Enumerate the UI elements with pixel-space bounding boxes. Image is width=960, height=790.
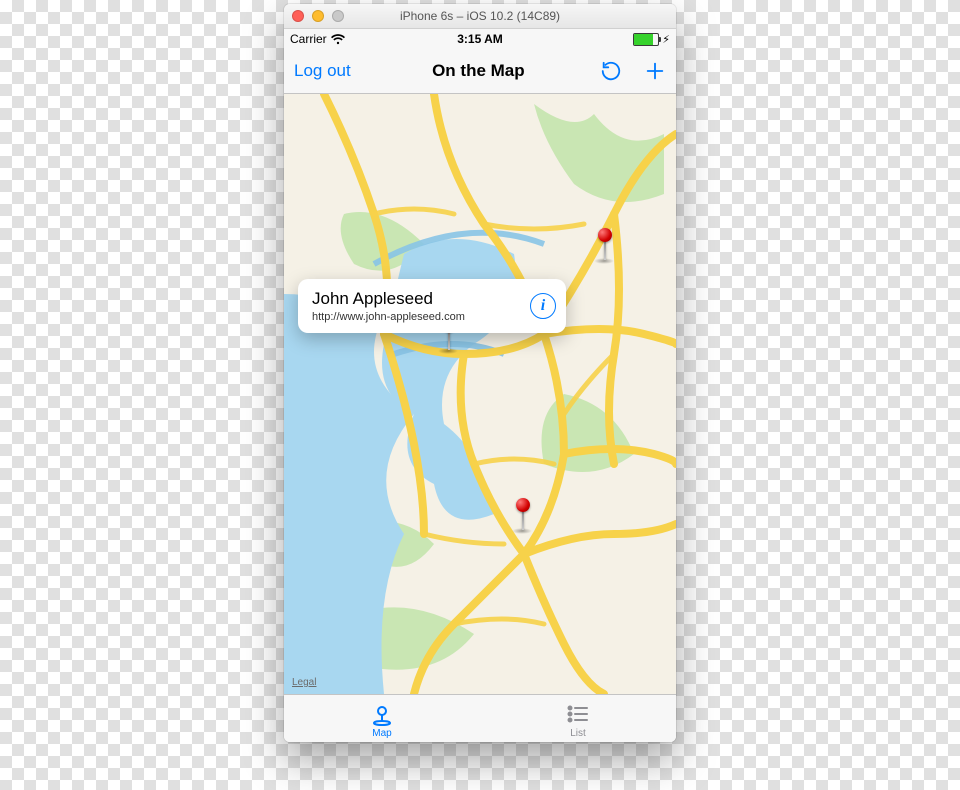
refresh-button[interactable] [600,60,622,82]
list-icon [565,702,591,726]
map-pin[interactable] [514,498,532,532]
carrier-label: Carrier [290,32,327,46]
tab-label: List [570,728,586,739]
status-bar: Carrier 3:15 AM ⚡︎ [284,29,676,49]
wifi-icon [331,34,345,45]
plus-icon [644,60,666,82]
navigation-bar: Log out On the Map [284,49,676,94]
charging-icon: ⚡︎ [662,33,670,46]
refresh-icon [600,60,622,82]
map-tiles [284,94,676,694]
clock-label: 3:15 AM [417,32,544,46]
pin-callout[interactable]: John Appleseed http://www.john-appleseed… [298,279,566,333]
callout-title: John Appleseed [312,289,522,309]
battery-icon [633,33,659,46]
info-icon: i [541,297,545,315]
map-pin[interactable] [596,228,614,262]
phone-screen: Carrier 3:15 AM ⚡︎ Log out On the Map [284,29,676,742]
map-pin-icon [369,702,395,726]
minimize-window-icon[interactable] [312,10,324,22]
zoom-window-icon[interactable] [332,10,344,22]
simulator-window: iPhone 6s – iOS 10.2 (14C89) Carrier 3:1… [284,4,676,742]
map-view[interactable]: John Appleseed http://www.john-appleseed… [284,94,676,694]
logout-button[interactable]: Log out [294,61,357,81]
tab-label: Map [372,728,391,739]
traffic-lights [292,10,344,22]
close-window-icon[interactable] [292,10,304,22]
page-title: On the Map [357,61,600,81]
mac-titlebar: iPhone 6s – iOS 10.2 (14C89) [284,4,676,29]
info-button[interactable]: i [530,293,556,319]
add-button[interactable] [644,60,666,82]
callout-subtitle: http://www.john-appleseed.com [312,311,522,323]
legal-link[interactable]: Legal [292,677,316,688]
tab-bar: Map List [284,694,676,742]
pin-icon [516,498,530,512]
tab-list[interactable]: List [480,695,676,742]
pin-icon [598,228,612,242]
tab-map[interactable]: Map [284,695,480,742]
